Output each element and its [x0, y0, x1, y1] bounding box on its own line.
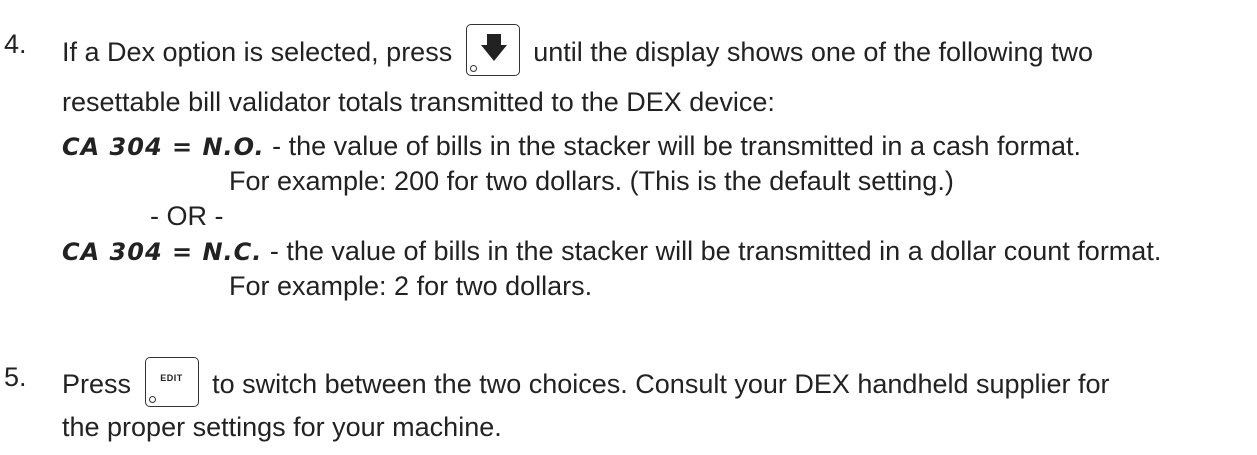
step-5-line-2: the proper settings for your machine. [62, 412, 502, 442]
step-4-line-1: If a Dex option is selected, press until… [62, 24, 1094, 80]
step-5-text-after: to switch between the two choices. Consu… [212, 369, 1110, 400]
option-b-example: For example: 2 for two dollars. [229, 271, 593, 301]
or-separator: - OR - [150, 201, 224, 231]
step-4-line-2: resettable bill validator totals transmi… [62, 87, 775, 117]
step-5-line-1: Press EDIT to switch between the two cho… [62, 357, 1110, 411]
step-5-number: 5. [4, 362, 27, 392]
down-arrow-glyph [480, 34, 507, 61]
option-a-desc: - the value of bills in the stacker will… [264, 131, 1082, 161]
option-b-code: CA 304 = N.C. [62, 238, 263, 266]
option-b-desc: - the value of bills in the stacker will… [262, 236, 1162, 266]
option-b: CA 304 = N.C. - the value of bills in th… [62, 235, 1161, 268]
step-4-text-after: until the display shows one of the follo… [533, 37, 1094, 68]
edit-key-icon: EDIT [144, 357, 199, 407]
step-4-number: 4. [4, 29, 27, 59]
step-5-text-before: Press [62, 369, 132, 400]
edit-key-label: EDIT [160, 373, 183, 383]
step-4-text-before: If a Dex option is selected, press [62, 37, 453, 68]
option-a-example: For example: 200 for two dollars. (This … [229, 166, 954, 196]
option-a-code: CA 304 = N.O. [62, 133, 265, 161]
down-arrow-key-icon [465, 24, 520, 76]
option-a: CA 304 = N.O. - the value of bills in th… [62, 130, 1081, 163]
key-indicator-dot [148, 396, 156, 403]
key-indicator-dot [469, 65, 477, 72]
